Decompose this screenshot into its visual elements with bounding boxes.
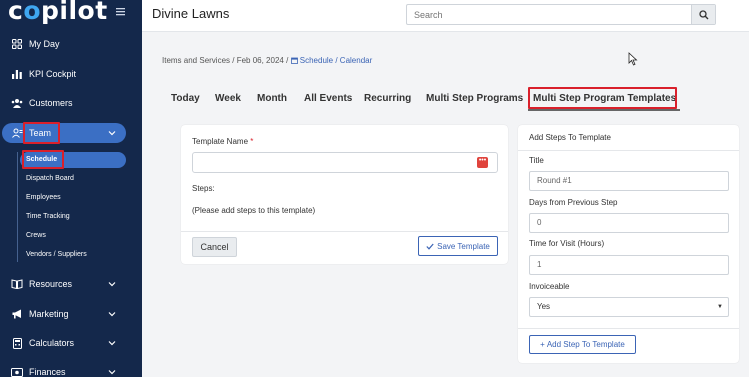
- search-input[interactable]: [407, 5, 692, 24]
- breadcrumb-link[interactable]: Schedule / Calendar: [290, 56, 372, 65]
- invoiceable-label: Invoiceable: [529, 282, 570, 291]
- sidebar-item-label: Finances: [29, 367, 66, 377]
- title-label: Title: [529, 156, 544, 165]
- add-step-label: Add Step To Template: [546, 340, 625, 349]
- add-step-button[interactable]: + Add Step To Template: [529, 335, 636, 354]
- submenu-item-dispatch-board[interactable]: Dispatch Board: [26, 175, 74, 182]
- search-button[interactable]: [691, 5, 715, 24]
- template-name-label: Template Name *: [192, 137, 254, 146]
- required-mark: *: [250, 137, 254, 146]
- sidebar-item-calculators[interactable]: Calculators: [0, 333, 142, 353]
- sidebar-item-kpi-cockpit[interactable]: KPI Cockpit: [0, 64, 142, 84]
- sidebar: copilot My Day KPI Cockpit Customers Tea…: [0, 0, 142, 377]
- days-from-previous-input[interactable]: 0: [529, 213, 729, 233]
- calendar-icon: [290, 57, 298, 64]
- divider: [181, 231, 508, 232]
- calculator-icon: [11, 337, 23, 349]
- sidebar-item-label: Marketing: [29, 309, 69, 319]
- invoiceable-value: Yes: [537, 302, 551, 311]
- sidebar-item-team[interactable]: Team: [0, 123, 142, 143]
- more-options-icon[interactable]: •••: [477, 157, 488, 168]
- add-steps-card: Add Steps To Template Title Round #1 Day…: [518, 125, 739, 363]
- template-name-input[interactable]: •••: [192, 152, 498, 173]
- steps-label: Steps:: [192, 184, 215, 193]
- tab-today[interactable]: Today: [171, 88, 200, 110]
- submenu-line: [17, 152, 18, 262]
- hours-label: Time for Visit (Hours): [529, 239, 605, 248]
- sidebar-item-marketing[interactable]: Marketing: [0, 304, 142, 324]
- hamburger-menu-icon[interactable]: [116, 4, 125, 19]
- highlight-box: [528, 87, 677, 109]
- copilot-logo[interactable]: copilot: [8, 0, 108, 25]
- sidebar-item-finances[interactable]: Finances: [0, 362, 142, 377]
- empty-steps-hint: (Please add steps to this template): [192, 206, 316, 215]
- main-content: Items and Services / Feb 06, 2024 / Sche…: [142, 32, 749, 377]
- add-steps-title: Add Steps To Template: [529, 133, 611, 142]
- chevron-down-icon[interactable]: [108, 310, 116, 318]
- visit-hours-input[interactable]: 1: [529, 255, 729, 275]
- chevron-down-icon[interactable]: [108, 129, 116, 137]
- breadcrumb: Items and Services / Feb 06, 2024 / Sche…: [162, 56, 372, 65]
- caret-down-icon: ▼: [717, 304, 723, 310]
- sidebar-item-resources[interactable]: Resources: [0, 274, 142, 294]
- chevron-down-icon[interactable]: [108, 280, 116, 288]
- template-form-card: Template Name * ••• Steps: (Please add s…: [181, 125, 508, 264]
- sidebar-item-label: My Day: [29, 39, 60, 49]
- book-icon: [11, 278, 23, 290]
- save-template-button[interactable]: Save Template: [418, 236, 498, 256]
- sidebar-item-label: KPI Cockpit: [29, 69, 77, 79]
- tab-all-events[interactable]: All Events: [304, 88, 352, 110]
- search-icon: [698, 9, 708, 19]
- tab-week[interactable]: Week: [215, 88, 241, 110]
- sidebar-item-label: Calculators: [29, 338, 75, 348]
- grid-icon: [11, 38, 23, 50]
- highlight-box: [22, 150, 64, 169]
- submenu-item-time-tracking[interactable]: Time Tracking: [26, 213, 70, 220]
- check-icon: [426, 243, 434, 250]
- users-icon: [11, 97, 23, 109]
- cancel-button[interactable]: Cancel: [192, 237, 237, 257]
- search-box: [406, 4, 716, 25]
- mouse-cursor-icon: [628, 52, 638, 66]
- divider: [518, 150, 739, 151]
- tab-month[interactable]: Month: [257, 88, 287, 110]
- sidebar-item-label: Customers: [29, 98, 73, 108]
- bar-chart-icon: [11, 68, 23, 80]
- save-template-label: Save Template: [437, 241, 490, 251]
- step-title-input[interactable]: Round #1: [529, 171, 729, 191]
- submenu-item-employees[interactable]: Employees: [26, 194, 61, 201]
- top-header: Divine Lawns: [142, 0, 749, 32]
- sidebar-item-my-day[interactable]: My Day: [0, 34, 142, 54]
- submenu-item-vendors-suppliers[interactable]: Vendors / Suppliers: [26, 251, 87, 258]
- chevron-down-icon[interactable]: [108, 339, 116, 347]
- tab-multi-step-programs[interactable]: Multi Step Programs: [426, 88, 523, 110]
- tab-recurring[interactable]: Recurring: [364, 88, 411, 110]
- sidebar-item-label: Resources: [29, 279, 73, 289]
- plus-icon: +: [540, 340, 545, 349]
- breadcrumb-path: Items and Services / Feb 06, 2024 /: [162, 56, 289, 65]
- invoiceable-select[interactable]: Yes ▼: [529, 297, 729, 317]
- active-tab-indicator: [528, 109, 680, 111]
- divider: [518, 328, 739, 329]
- sidebar-item-customers[interactable]: Customers: [0, 93, 142, 113]
- days-label: Days from Previous Step: [529, 198, 618, 207]
- megaphone-icon: [11, 308, 23, 320]
- submenu-item-crews[interactable]: Crews: [26, 232, 46, 239]
- page-title: Divine Lawns: [152, 6, 230, 21]
- highlight-box: [23, 122, 60, 144]
- money-icon: [11, 366, 23, 377]
- chevron-down-icon[interactable]: [108, 368, 116, 376]
- team-icon: [11, 127, 23, 139]
